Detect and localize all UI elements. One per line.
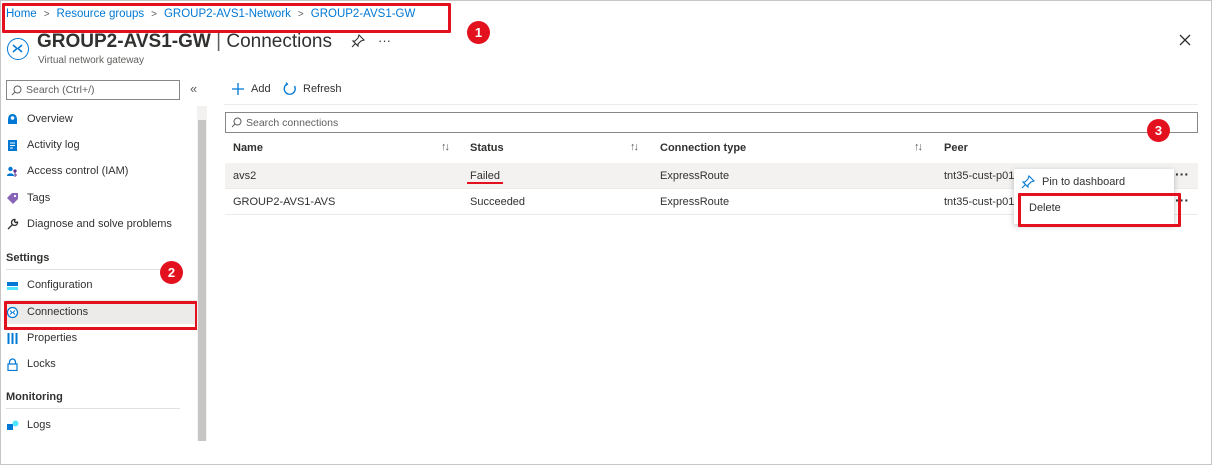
refresh-label: Refresh — [303, 83, 342, 95]
sidebar-item-label: Configuration — [27, 279, 93, 291]
sidebar-search-placeholder: Search (Ctrl+/) — [26, 84, 95, 96]
callout-badge-3: 3 — [1147, 119, 1170, 142]
cell-name[interactable]: avs2 — [233, 170, 256, 182]
properties-icon — [6, 332, 19, 345]
callout-box-breadcrumb — [2, 3, 451, 33]
add-label: Add — [251, 83, 271, 95]
callout-badge-1: 1 — [467, 21, 490, 44]
sidebar-divider — [6, 408, 180, 409]
column-header-peer[interactable]: Peer — [944, 142, 968, 154]
gateway-resource-icon — [7, 38, 29, 60]
toolbar-divider — [224, 104, 1198, 105]
sidebar-heading-monitoring: Monitoring — [6, 391, 63, 403]
sidebar-item-properties[interactable]: Properties — [6, 326, 196, 350]
column-header-status[interactable]: Status — [470, 142, 504, 154]
callout-box-delete — [1018, 193, 1181, 227]
cell-status: Succeeded — [470, 196, 526, 208]
configuration-icon — [6, 279, 19, 292]
search-icon — [231, 117, 242, 128]
sidebar-item-logs[interactable]: Logs — [6, 413, 196, 437]
sort-icon[interactable]: ↑↓ — [630, 141, 639, 153]
sidebar-item-configuration[interactable]: Configuration — [6, 273, 196, 297]
sidebar-item-diagnose[interactable]: Diagnose and solve problems — [6, 212, 196, 236]
sidebar-item-activity-log[interactable]: Activity log — [6, 133, 196, 157]
refresh-icon — [283, 82, 296, 95]
pin-to-dashboard-menu-item[interactable]: Pin to dashboard — [1014, 169, 1174, 195]
pin-icon — [1021, 175, 1035, 189]
row-more-options-icon[interactable]: ··· — [1175, 166, 1189, 182]
sort-icon[interactable]: ↑↓ — [441, 141, 450, 153]
sidebar-item-label: Properties — [27, 332, 78, 344]
sidebar-item-overview[interactable]: Overview — [6, 107, 196, 131]
sidebar-heading-settings: Settings — [6, 252, 50, 264]
activity-log-icon — [6, 139, 19, 152]
sidebar-item-label: Logs — [27, 419, 51, 431]
sidebar-item-label: Overview — [27, 113, 73, 125]
sidebar-item-label: Diagnose and solve problems — [27, 218, 172, 230]
resource-name: GROUP2-AVS1-GW — [37, 31, 211, 52]
cell-status: Failed — [470, 170, 500, 182]
iam-icon — [6, 165, 19, 178]
page-subtitle: Virtual network gateway — [38, 55, 144, 66]
more-options-icon[interactable]: ··· — [378, 33, 391, 48]
cell-name[interactable]: GROUP2-AVS1-AVS — [233, 196, 335, 208]
close-icon[interactable] — [1178, 33, 1192, 47]
page-title: GROUP2-AVS1-GW | Connections — [37, 31, 332, 53]
cell-peer[interactable]: tnt35-cust-p01 — [944, 170, 1014, 182]
sidebar-item-label: Activity log — [27, 139, 80, 151]
lock-icon — [6, 357, 19, 371]
sidebar-search-input[interactable]: Search (Ctrl+/) — [6, 80, 180, 100]
cell-peer[interactable]: tnt35-cust-p01 — [944, 196, 1014, 208]
column-header-name[interactable]: Name — [233, 142, 263, 154]
sidebar-item-label: Tags — [27, 192, 51, 204]
search-connections-input[interactable]: Search connections — [225, 112, 1198, 133]
search-icon — [11, 85, 22, 95]
plus-icon — [232, 83, 244, 95]
tag-icon — [6, 192, 19, 205]
sidebar-item-iam[interactable]: Access control (IAM) — [6, 159, 196, 183]
page-name: Connections — [226, 31, 332, 52]
sidebar-item-label: Access control (IAM) — [27, 165, 129, 177]
column-header-connection-type[interactable]: Connection type — [660, 142, 746, 154]
cell-connection-type: ExpressRoute — [660, 196, 730, 208]
sort-icon[interactable]: ↑↓ — [914, 141, 923, 153]
sidebar-item-locks[interactable]: Locks — [6, 352, 196, 376]
sidebar-item-tags[interactable]: Tags — [6, 186, 196, 210]
refresh-button[interactable]: Refresh — [283, 82, 342, 96]
wrench-icon — [6, 218, 19, 231]
collapse-sidebar-icon[interactable]: « — [190, 81, 197, 96]
sidebar-item-label: Locks — [27, 358, 56, 370]
cell-connection-type: ExpressRoute — [660, 170, 730, 182]
pin-to-dashboard-label: Pin to dashboard — [1042, 176, 1126, 188]
sidebar-divider — [6, 269, 180, 270]
sidebar-scrollbar-thumb[interactable] — [198, 120, 206, 441]
overview-icon — [6, 113, 19, 126]
pin-icon[interactable] — [351, 33, 366, 48]
add-button[interactable]: Add — [231, 82, 271, 96]
search-connections-placeholder: Search connections — [246, 116, 339, 129]
title-divider: | — [216, 31, 222, 52]
failed-status-underline — [467, 182, 503, 184]
logs-icon — [6, 419, 19, 432]
